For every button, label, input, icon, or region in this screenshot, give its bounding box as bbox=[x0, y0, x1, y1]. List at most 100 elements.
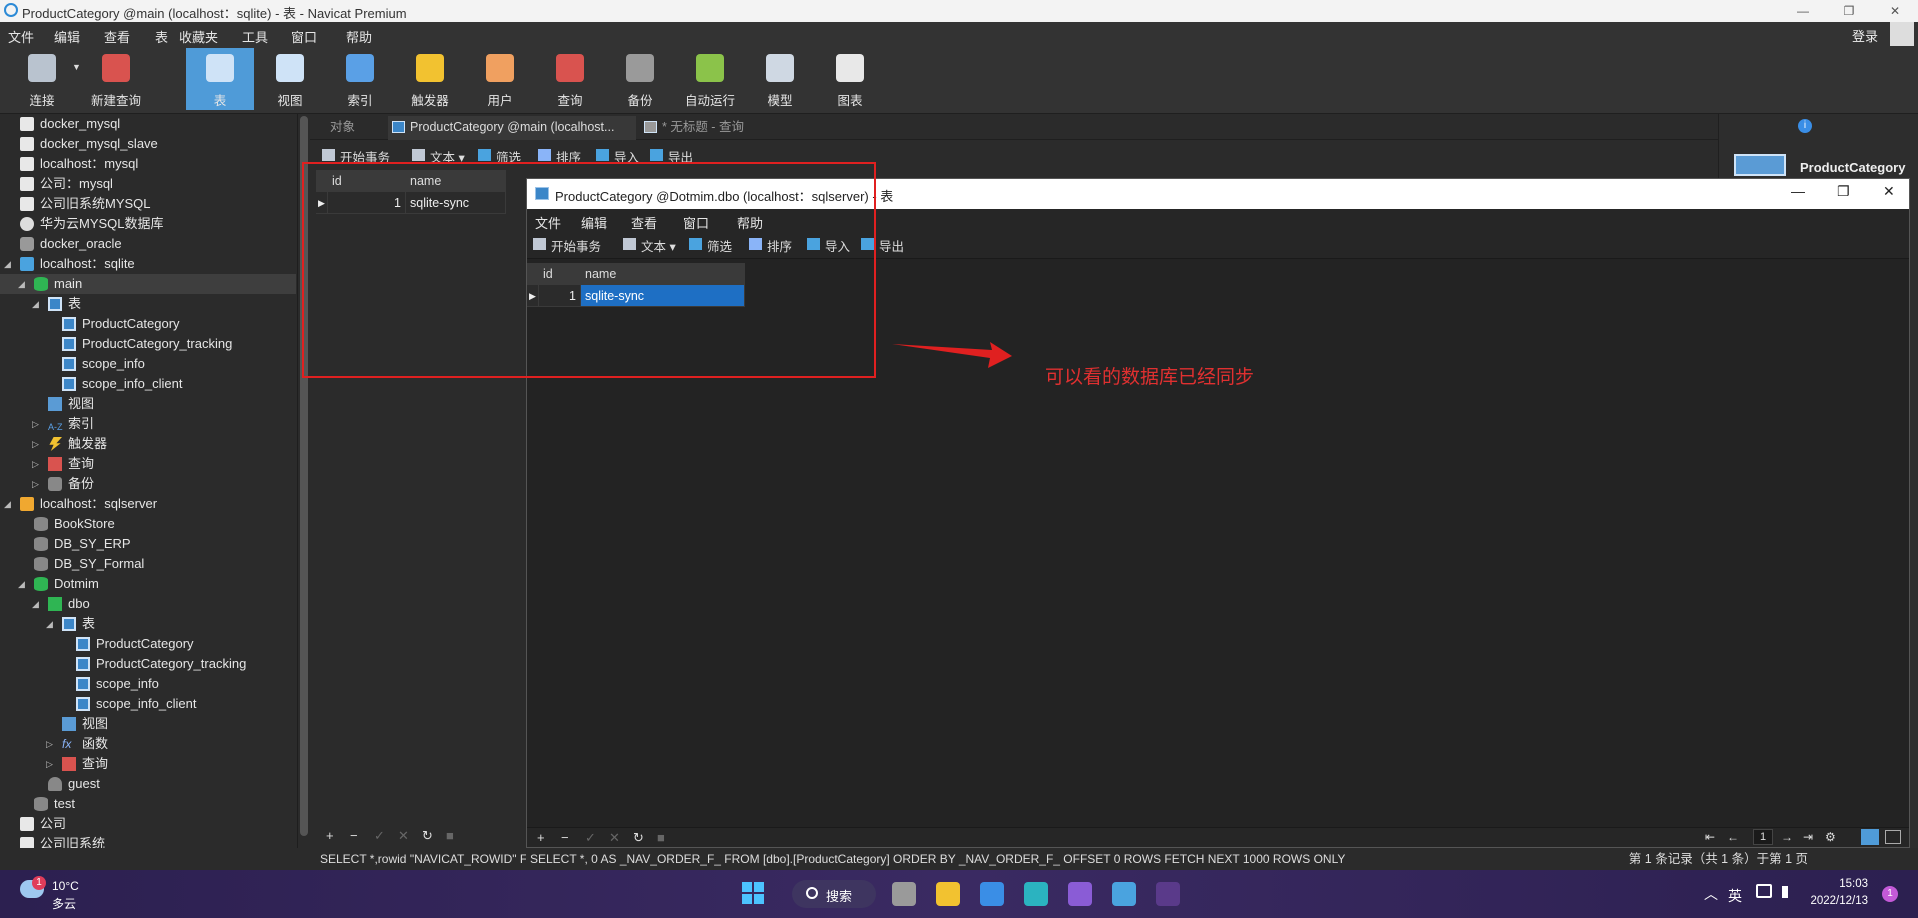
tree-item[interactable]: localhost：mysql bbox=[0, 154, 296, 174]
tree-item[interactable]: ▷ 备份 bbox=[0, 474, 296, 494]
collapse-arrow-icon[interactable]: ◢ bbox=[4, 494, 16, 514]
tree-item[interactable]: ▷ 查询 bbox=[0, 454, 296, 474]
collapse-arrow-icon[interactable]: ◢ bbox=[4, 254, 16, 274]
menu-favorites[interactable]: 收藏夹 bbox=[179, 27, 218, 46]
tree-item[interactable]: ◢ localhost：sqlite bbox=[0, 254, 296, 274]
menu-file[interactable]: 文件 bbox=[8, 27, 34, 46]
expand-arrow-icon[interactable]: ▷ bbox=[32, 434, 44, 454]
chevron-up-icon[interactable]: ︿ bbox=[1704, 884, 1718, 904]
next-page-button[interactable]: → bbox=[1781, 830, 1793, 844]
menu-view[interactable]: 查看 bbox=[104, 27, 130, 46]
tree-item[interactable]: docker_oracle bbox=[0, 234, 296, 254]
file-explorer-icon[interactable] bbox=[936, 882, 960, 906]
tree-item[interactable]: ▷ fx 函数 bbox=[0, 734, 296, 754]
page-number-input[interactable]: 1 bbox=[1753, 829, 1773, 845]
toolbar-button-model[interactable]: 模型 bbox=[746, 48, 814, 110]
navicat-icon[interactable] bbox=[1112, 882, 1136, 906]
collapse-arrow-icon[interactable]: ◢ bbox=[46, 614, 58, 634]
input-language[interactable]: 英 bbox=[1728, 886, 1742, 906]
tree-item[interactable]: 华为云MYSQL数据库 bbox=[0, 214, 296, 234]
tree-item[interactable]: scope_info bbox=[0, 354, 296, 374]
tab-productcategory-main[interactable]: ProductCategory @main (localhost... bbox=[388, 116, 636, 140]
apply-button[interactable]: ✓ bbox=[585, 830, 596, 846]
visual-studio-icon[interactable] bbox=[1068, 882, 1092, 906]
refresh-button[interactable]: ↻ bbox=[422, 828, 433, 844]
tree-item[interactable]: ProductCategory bbox=[0, 634, 296, 654]
toolbar-button-auto-run[interactable]: 自动运行 bbox=[676, 48, 744, 110]
tree-item[interactable]: 公司旧系统MYSQL bbox=[0, 194, 296, 214]
collapse-arrow-icon[interactable]: ◢ bbox=[18, 574, 30, 594]
maximize-button[interactable]: ❐ bbox=[1826, 0, 1872, 22]
clock-date[interactable]: 2022/12/13 bbox=[1810, 895, 1868, 907]
tree-item[interactable]: ▷ 触发器 bbox=[0, 434, 296, 454]
tree-item[interactable]: ProductCategory_tracking bbox=[0, 654, 296, 674]
toolbar-button-view[interactable]: 视图 bbox=[256, 48, 324, 110]
collapse-arrow-icon[interactable]: ◢ bbox=[18, 274, 30, 294]
apply-button[interactable]: ✓ bbox=[374, 828, 385, 844]
subwindow-maximize-button[interactable]: ❐ bbox=[1837, 183, 1850, 200]
info-icon[interactable]: i bbox=[1798, 119, 1812, 133]
menu-table[interactable]: 表 bbox=[155, 27, 168, 46]
network-icon[interactable] bbox=[1756, 884, 1772, 898]
connect-dropdown-icon[interactable]: ▼ bbox=[72, 62, 81, 72]
tree-item[interactable]: 公司旧系统 bbox=[0, 834, 296, 848]
weather-condition[interactable]: 多云 bbox=[52, 895, 76, 912]
menu-tools[interactable]: 工具 bbox=[242, 27, 268, 46]
toolbar-button-backup[interactable]: 备份 bbox=[606, 48, 674, 110]
login-link[interactable]: 登录 bbox=[1852, 26, 1878, 45]
discard-button[interactable]: ✕ bbox=[609, 830, 620, 846]
terminal-icon[interactable] bbox=[1156, 882, 1180, 906]
toolbar-button-plug[interactable]: 连接 bbox=[8, 48, 76, 110]
settings-icon[interactable]: ⚙ bbox=[1825, 830, 1836, 844]
tree-item[interactable]: scope_info bbox=[0, 674, 296, 694]
expand-arrow-icon[interactable]: ▷ bbox=[32, 414, 44, 434]
tree-item[interactable]: docker_mysql bbox=[0, 114, 296, 134]
add-row-button[interactable]: + bbox=[326, 828, 334, 843]
collapse-arrow-icon[interactable]: ◢ bbox=[32, 594, 44, 614]
collapse-arrow-icon[interactable]: ◢ bbox=[32, 294, 44, 314]
avatar-icon[interactable] bbox=[1890, 22, 1914, 46]
menu-help[interactable]: 帮助 bbox=[346, 27, 372, 46]
discard-button[interactable]: ✕ bbox=[398, 828, 409, 844]
tree-item[interactable]: docker_mysql_slave bbox=[0, 134, 296, 154]
add-row-button[interactable]: + bbox=[537, 830, 545, 845]
windows-start-icon[interactable] bbox=[742, 882, 764, 904]
weather-temperature[interactable]: 10°C bbox=[52, 879, 79, 893]
tree-item[interactable]: ◢ 表 bbox=[0, 614, 296, 634]
toolbar-button-user[interactable]: 用户 bbox=[466, 48, 534, 110]
tree-item[interactable]: ◢ 表 bbox=[0, 294, 296, 314]
last-page-button[interactable]: ⇥ bbox=[1803, 830, 1813, 844]
subwindow-minimize-button[interactable]: — bbox=[1791, 183, 1805, 199]
tree-item[interactable]: 视图 bbox=[0, 714, 296, 734]
toolbar-button-trigger[interactable]: 触发器 bbox=[396, 48, 464, 110]
prev-page-button[interactable]: ← bbox=[1727, 830, 1739, 844]
tree-item[interactable]: ◢ dbo bbox=[0, 594, 296, 614]
expand-arrow-icon[interactable]: ▷ bbox=[32, 474, 44, 494]
grid-view-icon[interactable] bbox=[1861, 829, 1879, 845]
toolbar-button-chart[interactable]: 图表 bbox=[816, 48, 884, 110]
tree-item[interactable]: ▷ 查询 bbox=[0, 754, 296, 774]
tree-item[interactable]: test bbox=[0, 794, 296, 814]
toolbar-button-new-query[interactable]: 新建查询 bbox=[82, 48, 150, 110]
tree-item[interactable]: ◢ main bbox=[0, 274, 296, 294]
tree-item[interactable]: 视图 bbox=[0, 394, 296, 414]
menu-window[interactable]: 窗口 bbox=[291, 27, 317, 46]
task-view-icon[interactable] bbox=[892, 882, 916, 906]
delete-row-button[interactable]: − bbox=[350, 828, 358, 843]
tree-item[interactable]: 公司 bbox=[0, 814, 296, 834]
minimize-button[interactable]: — bbox=[1780, 0, 1826, 22]
delete-row-button[interactable]: − bbox=[561, 830, 569, 845]
tree-item[interactable]: ▷ A-Z 索引 bbox=[0, 414, 296, 434]
tree-item[interactable]: DB_SY_Formal bbox=[0, 554, 296, 574]
expand-arrow-icon[interactable]: ▷ bbox=[46, 754, 58, 774]
stop-button[interactable]: ■ bbox=[657, 830, 665, 845]
first-page-button[interactable]: ⇤ bbox=[1705, 830, 1715, 844]
store-icon[interactable] bbox=[980, 882, 1004, 906]
expand-arrow-icon[interactable]: ▷ bbox=[46, 734, 58, 754]
close-button[interactable]: ✕ bbox=[1872, 0, 1918, 22]
notification-badge[interactable]: 1 bbox=[1882, 886, 1898, 902]
toolbar-button-query[interactable]: 查询 bbox=[536, 48, 604, 110]
tree-item[interactable]: guest bbox=[0, 774, 296, 794]
form-view-icon[interactable] bbox=[1885, 830, 1901, 844]
tab-untitled-query[interactable]: * 无标题 - 查询 bbox=[640, 116, 790, 140]
